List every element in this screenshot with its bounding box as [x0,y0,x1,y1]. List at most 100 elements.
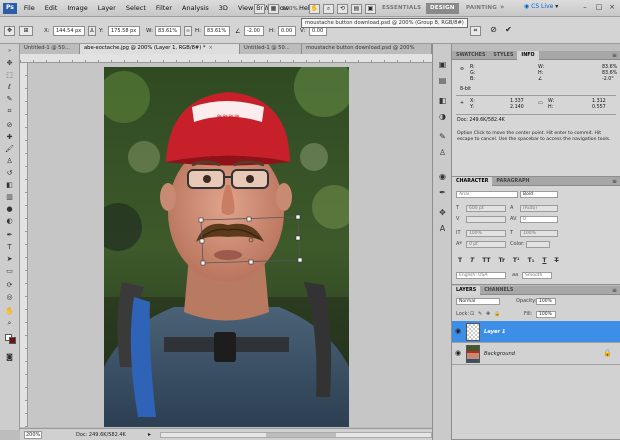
anti-alias-select[interactable]: Smooth [522,272,552,279]
paths-icon[interactable]: ✒ [437,188,448,198]
menu-3d[interactable]: 3D [214,3,233,14]
zoom-tool-icon[interactable]: ⌕ [3,318,16,328]
tab-abe-eoctache[interactable]: abe-eoctache.jpg @ 200% (Layer 1, RGB/8#… [80,44,240,54]
lock-position-icon[interactable]: ✥ [486,311,490,317]
faux-italic-button[interactable]: T [470,257,474,264]
fill-field[interactable]: 100% [536,311,556,318]
shape-tool-icon[interactable]: ▭ [3,266,16,276]
tracking-field[interactable]: 0 [520,216,558,223]
x-position-field[interactable]: 144.54 px [53,26,85,36]
lock-transparency-icon[interactable]: ⊡ [470,311,474,317]
3d-camera-tool-icon[interactable]: ◎ [3,292,16,302]
marquee-tool-icon[interactable]: ⬚ [3,70,16,80]
leading-field[interactable]: (Auto) [520,205,558,212]
canvas-area[interactable]: ≈≈≈≈ [28,63,432,427]
document-photo[interactable]: ≈≈≈≈ [104,67,349,427]
menu-image[interactable]: Image [62,3,92,14]
quick-selection-tool-icon[interactable]: ✎ [3,94,16,104]
lock-pixels-icon[interactable]: ✎ [478,311,482,317]
horizontal-skew-field[interactable]: 0.00 [278,26,296,36]
tab-layers[interactable]: LAYERS [452,286,481,295]
workspace-essentials-button[interactable]: ESSENTIALS [378,3,425,14]
adjustments-icon[interactable]: ◑ [437,112,448,122]
warp-mode-icon[interactable]: ⌗ [470,26,481,36]
visibility-eye-icon[interactable]: ◉ [455,349,463,357]
vertical-scale-field[interactable]: 100% [466,230,506,237]
minimize-icon[interactable]: – [580,2,590,12]
healing-brush-tool-icon[interactable]: ✚ [3,132,16,142]
tab-character[interactable]: CHARACTER [452,177,493,186]
all-caps-button[interactable]: TT [482,257,490,264]
move-tool-icon[interactable]: ✥ [3,58,16,68]
faux-bold-button[interactable]: T [458,257,462,264]
maximize-icon[interactable]: □ [594,2,604,12]
blur-tool-icon[interactable]: ● [3,204,16,214]
collapse-tools-icon[interactable]: » [3,46,16,56]
workspace-design-button[interactable]: DESIGN [426,3,459,14]
color-icon[interactable]: ◧ [437,96,448,106]
path-selection-tool-icon[interactable]: ➤ [3,254,16,264]
link-icon[interactable]: ∞ [184,26,192,36]
relative-positioning-icon[interactable]: Δ [88,26,96,36]
arrange-documents-icon[interactable]: ▤ [351,3,362,14]
panel-menu-icon[interactable]: ≡ [612,52,617,59]
baseline-shift-field[interactable]: 0 pt [466,241,506,248]
histogram-icon[interactable]: ▤ [437,76,448,86]
horizontal-scrollbar[interactable] [160,432,432,438]
superscript-button[interactable]: T¹ [513,257,520,264]
minibridge-icon[interactable]: ▦ [268,3,279,14]
move-tool-preset-icon[interactable]: ✥ [4,26,15,36]
lock-all-icon[interactable]: 🔒 [494,311,500,317]
lasso-tool-icon[interactable]: ℓ [3,82,16,92]
language-select[interactable]: English: USA [456,272,506,279]
cs-live-button[interactable]: ◉ CS Live ▾ [524,3,558,10]
rotate-view-icon[interactable]: ⟲ [337,3,348,14]
clone-source-icon[interactable]: ♙ [437,148,448,158]
visibility-eye-icon[interactable]: ◉ [455,327,463,335]
status-menu-icon[interactable]: ▸ [148,431,151,438]
menu-select[interactable]: Select [121,3,151,14]
font-size-field[interactable]: 600 pt [466,205,506,212]
width-field[interactable]: 83.61% [155,26,181,36]
close-icon[interactable]: × [607,2,617,12]
angle-field[interactable]: -2.00 [244,26,264,36]
pen-tool-icon[interactable]: ✒ [3,230,16,240]
tab-moustache-button[interactable]: moustache button download.psd @ 200% [302,44,432,54]
underline-button[interactable]: T [542,257,546,264]
foreground-color-swatch[interactable] [9,337,16,344]
blend-mode-select[interactable]: Normal [456,298,500,305]
menu-filter[interactable]: Filter [151,3,177,14]
horizontal-scale-field[interactable]: 100% [520,230,558,237]
scroll-thumb[interactable] [266,433,336,437]
opacity-field[interactable]: 100% [536,298,556,305]
quick-mask-icon[interactable]: ◙ [3,352,16,362]
small-caps-button[interactable]: Tr [499,257,505,264]
history-brush-tool-icon[interactable]: ↺ [3,168,16,178]
menu-layer[interactable]: Layer [93,3,121,14]
reference-point-icon[interactable]: ⊞ [19,26,33,36]
eyedropper-tool-icon[interactable]: ⊘ [3,120,16,130]
tab-untitled-1-b[interactable]: Untitled-1 @ 50... [240,44,302,54]
3d-rotate-tool-icon[interactable]: ⟳ [3,280,16,290]
crop-tool-icon[interactable]: ⌗ [3,106,16,116]
type-tool-icon[interactable]: T [3,242,16,252]
status-zoom-field[interactable]: 200% [24,431,42,439]
layer-row[interactable]: ◉ Background 🔒 [452,343,620,365]
height-field[interactable]: 83.61% [204,26,230,36]
channels-icon[interactable]: ◉ [437,172,448,182]
more-workspaces-icon[interactable]: » [500,3,504,11]
kerning-field[interactable] [466,216,506,223]
text-color-swatch[interactable] [526,241,550,248]
close-tab-icon[interactable]: × [209,45,213,51]
menu-analysis[interactable]: Analysis [177,3,214,14]
zoom-tool-icon[interactable]: ⌕ [323,3,334,14]
commit-transform-icon[interactable]: ✔ [503,26,514,36]
clone-stamp-tool-icon[interactable]: ♙ [3,156,16,166]
menu-file[interactable]: File [19,3,40,14]
dodge-tool-icon[interactable]: ◐ [3,216,16,226]
navigator-icon[interactable]: ▣ [437,60,448,70]
brush-tool-icon[interactable]: 🖌 [3,144,16,154]
tab-channels[interactable]: CHANNELS [480,286,517,295]
menu-edit[interactable]: Edit [40,3,63,14]
screen-mode-icon[interactable]: ▣ [365,3,376,14]
